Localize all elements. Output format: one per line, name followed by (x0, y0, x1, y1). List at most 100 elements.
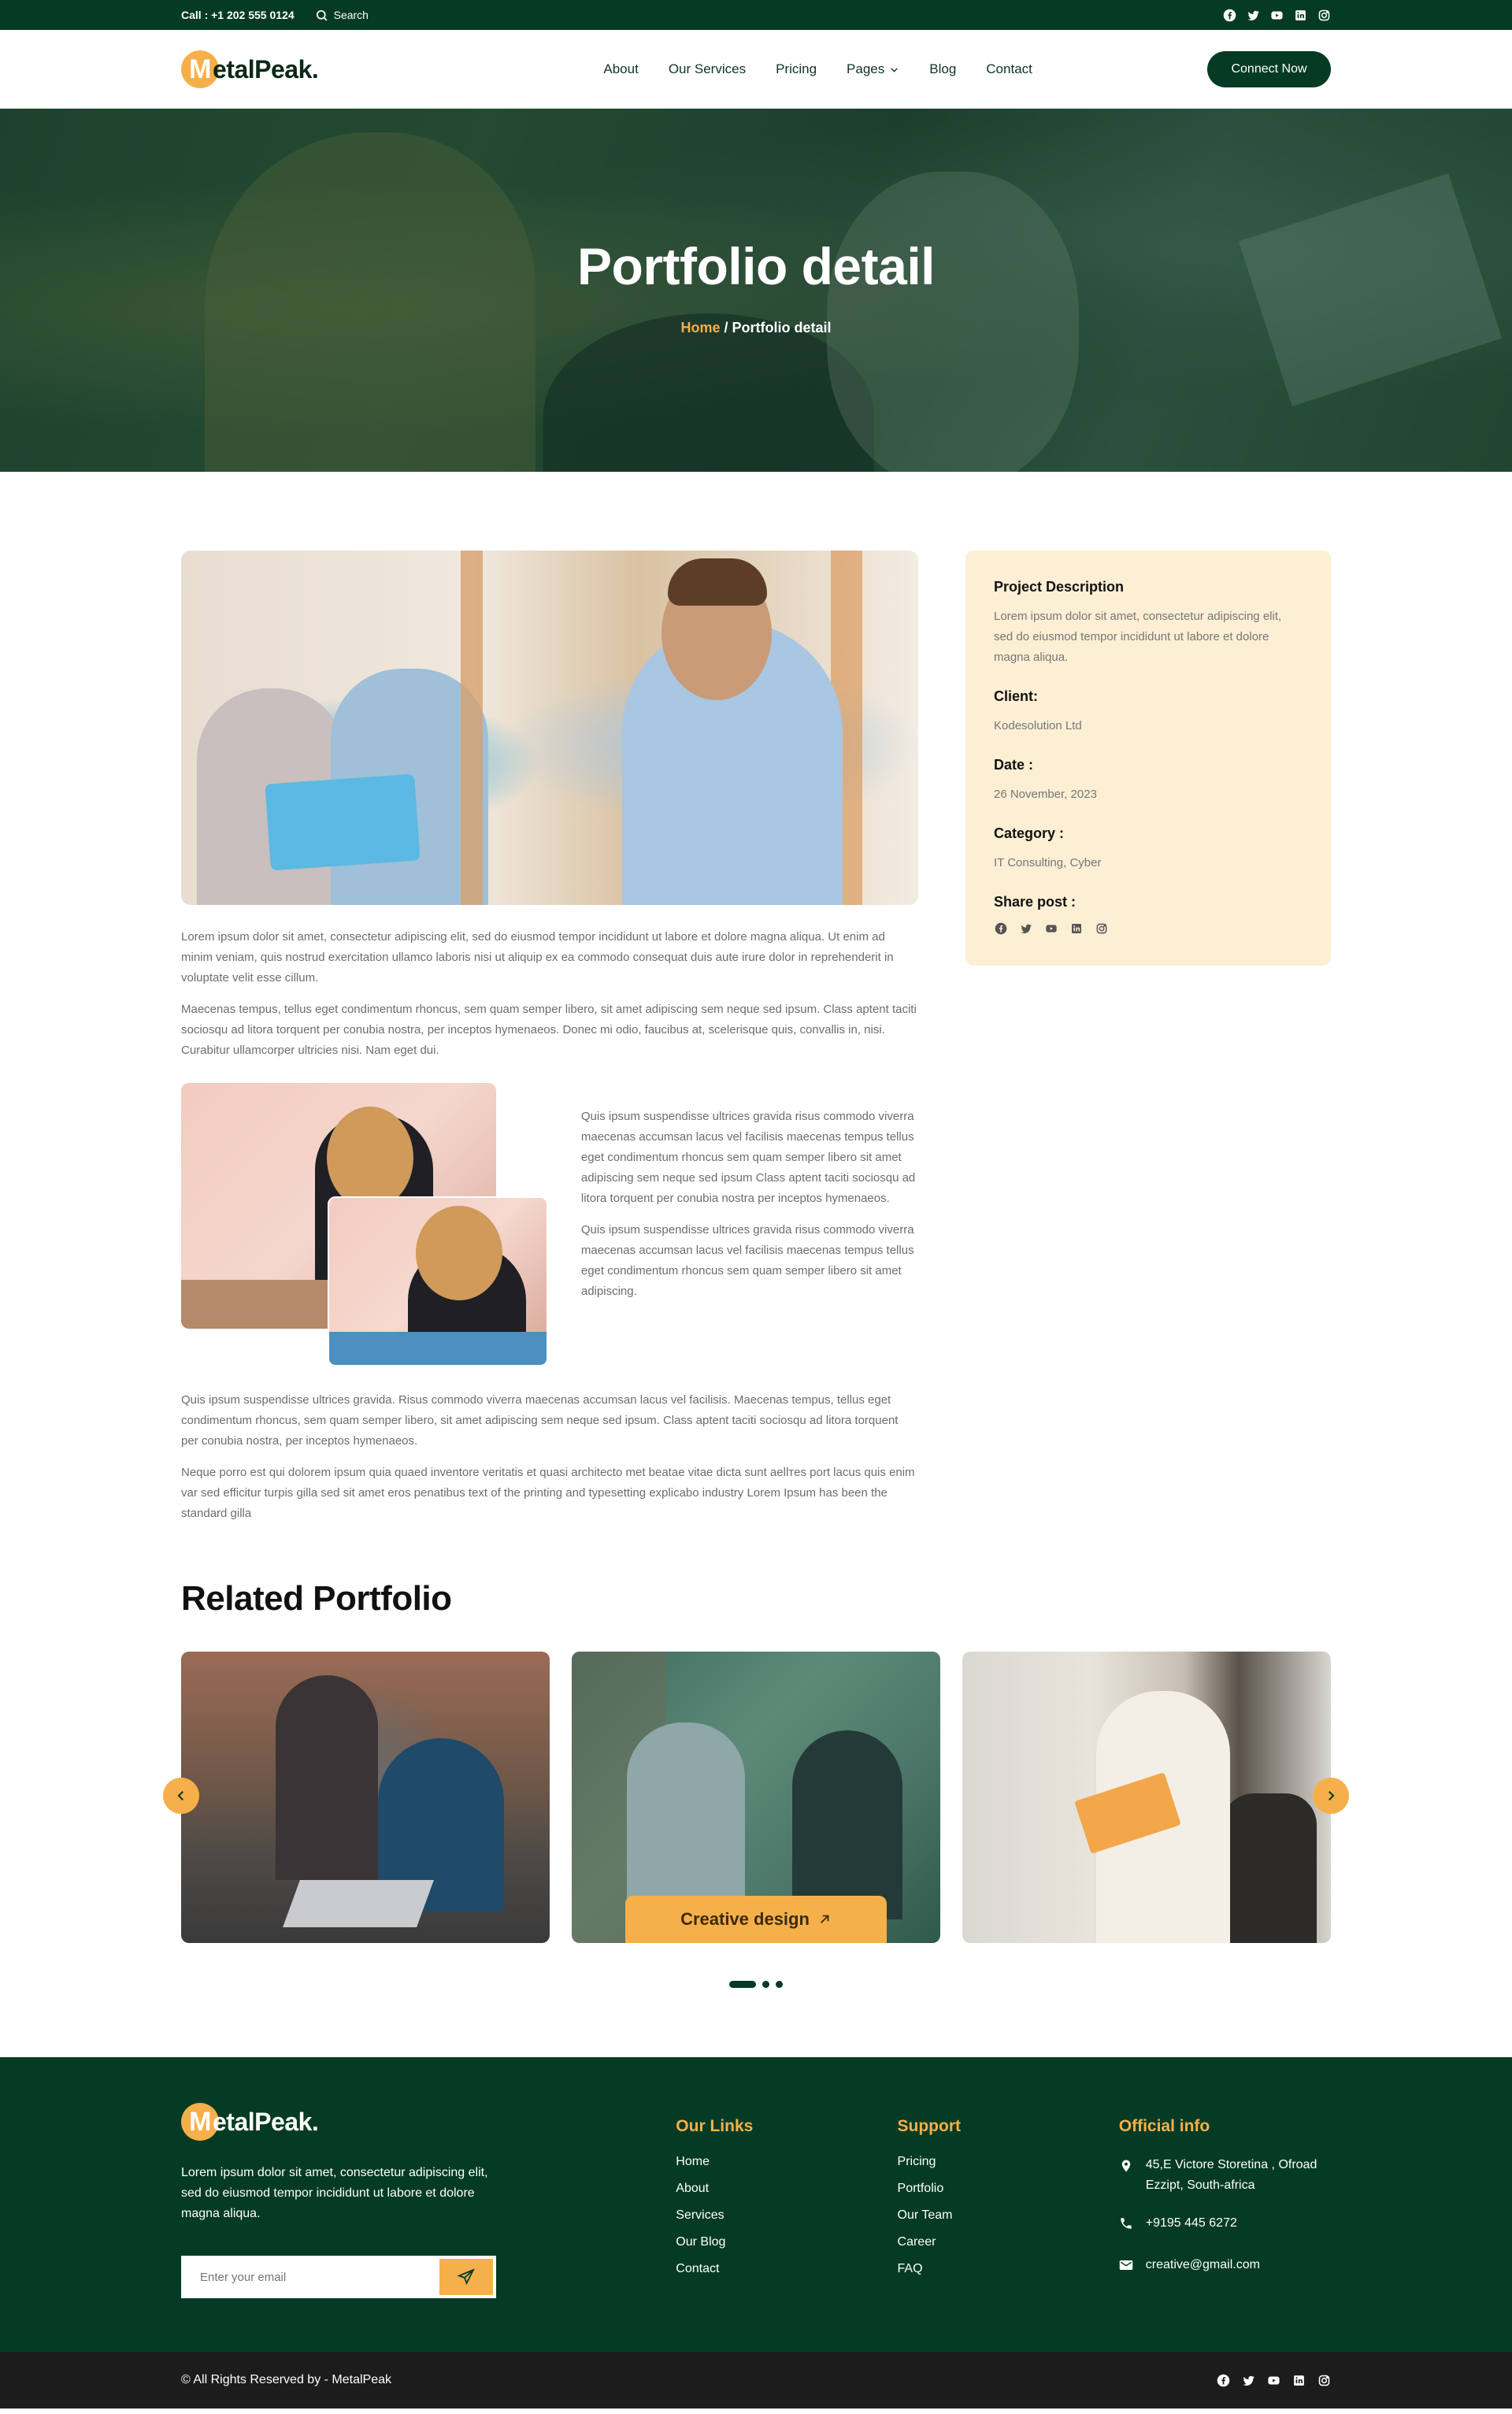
linkedin-icon[interactable] (1069, 921, 1084, 936)
pagination-dot[interactable] (776, 1981, 783, 1988)
footer-address: 45,E Victore Storetina , Ofroad Ezzipt, … (1119, 2155, 1331, 2196)
client-value: Kodesolution Ltd (994, 719, 1082, 732)
instagram-icon[interactable] (1095, 921, 1109, 936)
facebook-icon[interactable] (1216, 2373, 1230, 2387)
carousel-prev-button[interactable] (163, 1778, 199, 1814)
nav-item-pages[interactable]: Pages (847, 61, 899, 77)
project-info-card: Project Description Lorem ipsum dolor si… (965, 551, 1331, 966)
linkedin-icon[interactable] (1293, 8, 1307, 22)
chevron-down-icon (891, 67, 899, 72)
twitter-icon[interactable] (1246, 8, 1260, 22)
article-paragraph: Lorem ipsum dolor sit amet, consectetur … (181, 930, 894, 985)
footer-info-column: Official info 45,E Victore Storetina , O… (1119, 2103, 1331, 2298)
nav-item-about[interactable]: About (603, 61, 638, 77)
youtube-icon[interactable] (1269, 8, 1284, 22)
send-icon (457, 2268, 475, 2286)
search-label: Search (333, 9, 369, 21)
youtube-icon[interactable] (1266, 2373, 1280, 2387)
search-icon (315, 8, 329, 22)
logo-text: etalPeak. (213, 2107, 319, 2136)
footer: M etalPeak. Lorem ipsum dolor sit amet, … (0, 2057, 1512, 2352)
pagination-dot[interactable] (762, 1981, 769, 1988)
email-input[interactable] (184, 2270, 439, 2284)
card-tag-label: Creative design (680, 1909, 810, 1929)
breadcrumb-home[interactable]: Home (680, 320, 720, 336)
carousel-next-button[interactable] (1313, 1778, 1349, 1814)
pagination-dot[interactable] (729, 1981, 756, 1988)
twitter-icon[interactable] (1241, 2373, 1255, 2387)
phone-text: +9195 445 6272 (1145, 2216, 1237, 2230)
top-search[interactable]: Search (315, 8, 369, 22)
article-paragraph: Maecenas tempus, tellus eget condimentum… (181, 1003, 917, 1057)
footer-support-column: Support Pricing Portfolio Our Team Caree… (898, 2103, 1119, 2298)
arrow-up-right-icon (820, 1915, 829, 1924)
share-post-title: Share post : (994, 894, 1077, 910)
top-bar: Call : +1 202 555 0124 Search (0, 0, 1512, 30)
page-hero: Portfolio detail Home / Portfolio detail (0, 109, 1512, 472)
image-text-block: Quis ipsum suspendisse ultrices gravida … (181, 1083, 918, 1366)
nav-item-blog[interactable]: Blog (929, 61, 956, 77)
footer-link-our-team[interactable]: Our Team (898, 2208, 1119, 2223)
address-text: 45,E Victore Storetina , Ofroad Ezzipt, … (1145, 2158, 1317, 2192)
creative-design-link[interactable]: Creative design (625, 1896, 887, 1943)
article-column: Lorem ipsum dolor sit amet, consectetur … (181, 551, 918, 1524)
footer-link-pricing[interactable]: Pricing (898, 2155, 1119, 2169)
article-paragraph: Quis ipsum suspendisse ultrices gravida … (580, 1110, 916, 1205)
footer-link-faq[interactable]: FAQ (898, 2262, 1119, 2276)
date-value: 26 November, 2023 (994, 788, 1097, 801)
bottom-bar: © All Rights Reserved by - MetalPeak (0, 2352, 1512, 2408)
footer-socials (1216, 2373, 1331, 2387)
chevron-right-icon (1329, 1791, 1335, 1800)
footer-link-services[interactable]: Services (676, 2208, 897, 2223)
nav-item-pages-label: Pages (847, 61, 885, 76)
breadcrumb-separator: / (720, 320, 732, 336)
footer-logo[interactable]: M etalPeak. (181, 2103, 676, 2141)
connect-now-button[interactable]: Connect Now (1207, 51, 1331, 87)
logo[interactable]: M etalPeak. (181, 50, 319, 88)
article-paragraph: Quis ipsum suspendisse ultrices gravida … (580, 1223, 914, 1298)
related-card[interactable] (181, 1652, 550, 1943)
chevron-left-icon (177, 1791, 183, 1800)
footer-phone[interactable]: +9195 445 6272 (1119, 2213, 1331, 2238)
footer-link-our-blog[interactable]: Our Blog (676, 2235, 897, 2249)
facebook-icon[interactable] (1222, 8, 1236, 22)
project-description-title: Project Description (994, 579, 1125, 595)
email-text: creative@gmail.com (1145, 2258, 1260, 2271)
nav-item-contact[interactable]: Contact (986, 61, 1032, 77)
category-title: Category : (994, 825, 1065, 841)
footer-link-portfolio[interactable]: Portfolio (898, 2182, 1119, 2196)
portfolio-detail-section: Lorem ipsum dolor sit amet, consectetur … (0, 472, 1512, 1988)
facebook-icon[interactable] (994, 921, 1008, 936)
breadcrumb-current: Portfolio detail (732, 320, 832, 336)
instagram-icon[interactable] (1317, 2373, 1331, 2387)
footer-email[interactable]: creative@gmail.com (1119, 2255, 1331, 2279)
category-value: IT Consulting, Cyber (994, 856, 1102, 870)
nav-item-our-services[interactable]: Our Services (669, 61, 746, 77)
mail-icon (1119, 2255, 1135, 2279)
footer-link-career[interactable]: Career (898, 2235, 1119, 2249)
page-title: Portfolio detail (577, 237, 936, 295)
project-description-text: Lorem ipsum dolor sit amet, consectetur … (994, 610, 1282, 664)
call-number[interactable]: Call : +1 202 555 0124 (181, 9, 295, 21)
related-portfolio-title: Related Portfolio (181, 1579, 452, 1618)
subscribe-button[interactable] (439, 2259, 493, 2295)
article-paragraph: Neque porro est qui dolorem ipsum quia q… (181, 1466, 915, 1520)
phone-icon (1119, 2213, 1135, 2238)
portfolio-main-image (181, 551, 918, 905)
nav-item-pricing[interactable]: Pricing (776, 61, 817, 77)
twitter-icon[interactable] (1019, 921, 1033, 936)
footer-support-title: Support (897, 2117, 961, 2135)
nav-menu: About Our Services Pricing Pages Blog Co… (493, 61, 1032, 77)
youtube-icon[interactable] (1044, 921, 1058, 936)
footer-link-about[interactable]: About (676, 2182, 897, 2196)
carousel-pagination (181, 1981, 1331, 1988)
related-card[interactable] (962, 1652, 1331, 1943)
sidebar-column: Project Description Lorem ipsum dolor si… (965, 551, 1331, 1524)
footer-links-title: Our Links (676, 2117, 754, 2135)
location-pin-icon (1119, 2155, 1135, 2196)
footer-link-contact[interactable]: Contact (676, 2262, 897, 2276)
linkedin-icon[interactable] (1292, 2373, 1306, 2387)
footer-link-home[interactable]: Home (676, 2155, 897, 2169)
related-card[interactable]: Creative design (572, 1652, 940, 1943)
instagram-icon[interactable] (1317, 8, 1331, 22)
